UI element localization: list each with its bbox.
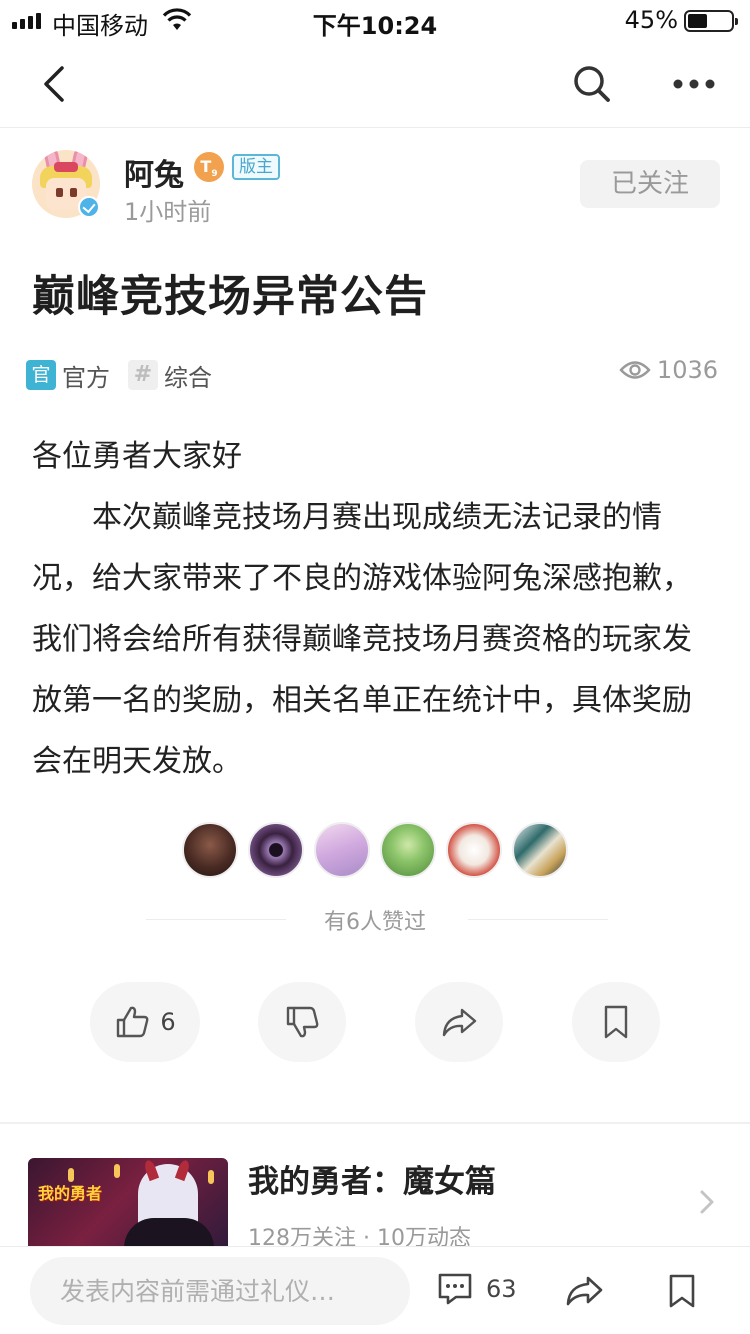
comments-button[interactable]: 63 [436, 1271, 517, 1307]
like-count: 6 [160, 1008, 176, 1036]
liked-count-text: 有6人赞过 [324, 910, 426, 935]
liker-avatar[interactable] [512, 822, 568, 878]
share-icon [566, 1276, 603, 1306]
level-badge: T9 [194, 152, 224, 182]
post-time: 1小时前 [124, 198, 212, 226]
comment-icon [438, 1273, 472, 1305]
verified-icon [78, 196, 100, 218]
back-arrow-icon [44, 66, 64, 102]
official-icon: 官 [26, 360, 56, 390]
moderator-badge: 版主 [232, 154, 280, 180]
chevron-right-icon[interactable] [698, 1188, 716, 1216]
like-button[interactable]: 6 [90, 982, 200, 1062]
dislike-button[interactable] [258, 982, 346, 1062]
hash-icon: # [128, 360, 158, 390]
post-title: 巅峰竞技场异常公告 [32, 272, 428, 322]
battery-icon [684, 10, 738, 32]
nav-bar [0, 40, 750, 128]
share-icon [442, 1008, 477, 1037]
more-icon [673, 79, 715, 89]
liker-avatars [0, 822, 750, 880]
author-name[interactable]: 阿兔 [124, 150, 184, 194]
post-body: 各位勇者大家好 本次巅峰竞技场月赛出现成绩无法记录的情况，给大家带来了不良的游戏… [32, 426, 712, 792]
liker-avatar[interactable] [446, 822, 502, 878]
level-number: 9 [211, 169, 218, 180]
search-button[interactable] [570, 62, 614, 106]
search-icon [574, 66, 610, 102]
view-count: 1036 [619, 356, 718, 384]
liker-avatar[interactable] [314, 822, 370, 878]
tag-general[interactable]: # 综合 [128, 358, 212, 393]
tag-official[interactable]: 官 官方 [26, 358, 110, 393]
view-count-value: 1036 [656, 356, 718, 384]
game-logo-text: 我的勇者 [38, 1184, 103, 1203]
tag-general-label: 综合 [164, 363, 212, 392]
share-button[interactable] [415, 982, 503, 1062]
post-paragraph: 本次巅峰竞技场月赛出现成绩无法记录的情况，给大家带来了不良的游戏体验阿兔深感抱歉… [32, 500, 692, 779]
game-thumbnail: 我的勇者 [28, 1158, 228, 1258]
level-letter: T [200, 157, 212, 176]
bottom-share-button[interactable] [564, 1273, 604, 1313]
liker-avatar[interactable] [248, 822, 304, 878]
follow-button[interactable]: 已关注 [580, 160, 720, 208]
bottom-bookmark-button[interactable] [666, 1273, 698, 1313]
post-tags: 官 官方 # 综合 [26, 358, 230, 392]
more-button[interactable] [670, 62, 718, 106]
game-name[interactable]: 我的勇者：魔女篇 [248, 1156, 496, 1201]
liker-avatar[interactable] [182, 822, 238, 878]
bookmark-icon [604, 1005, 628, 1039]
bottom-bar: 63 [0, 1246, 750, 1334]
liker-avatar[interactable] [380, 822, 436, 878]
post-greeting: 各位勇者大家好 [32, 439, 242, 474]
thumbs-down-icon [286, 1006, 319, 1038]
comment-input[interactable] [30, 1257, 410, 1325]
comment-count: 63 [486, 1275, 517, 1303]
bookmark-icon [669, 1274, 695, 1308]
eye-icon [619, 361, 651, 379]
thumbs-up-icon [117, 1006, 149, 1038]
bookmark-button[interactable] [572, 982, 660, 1062]
status-bar: 中国移动 下午10:24 45% [0, 0, 750, 40]
tag-official-label: 官方 [62, 363, 110, 392]
back-button[interactable] [36, 62, 76, 106]
section-divider [0, 1122, 750, 1124]
battery-percent: 45% [624, 6, 678, 34]
post-actions: 6 [0, 982, 750, 1062]
